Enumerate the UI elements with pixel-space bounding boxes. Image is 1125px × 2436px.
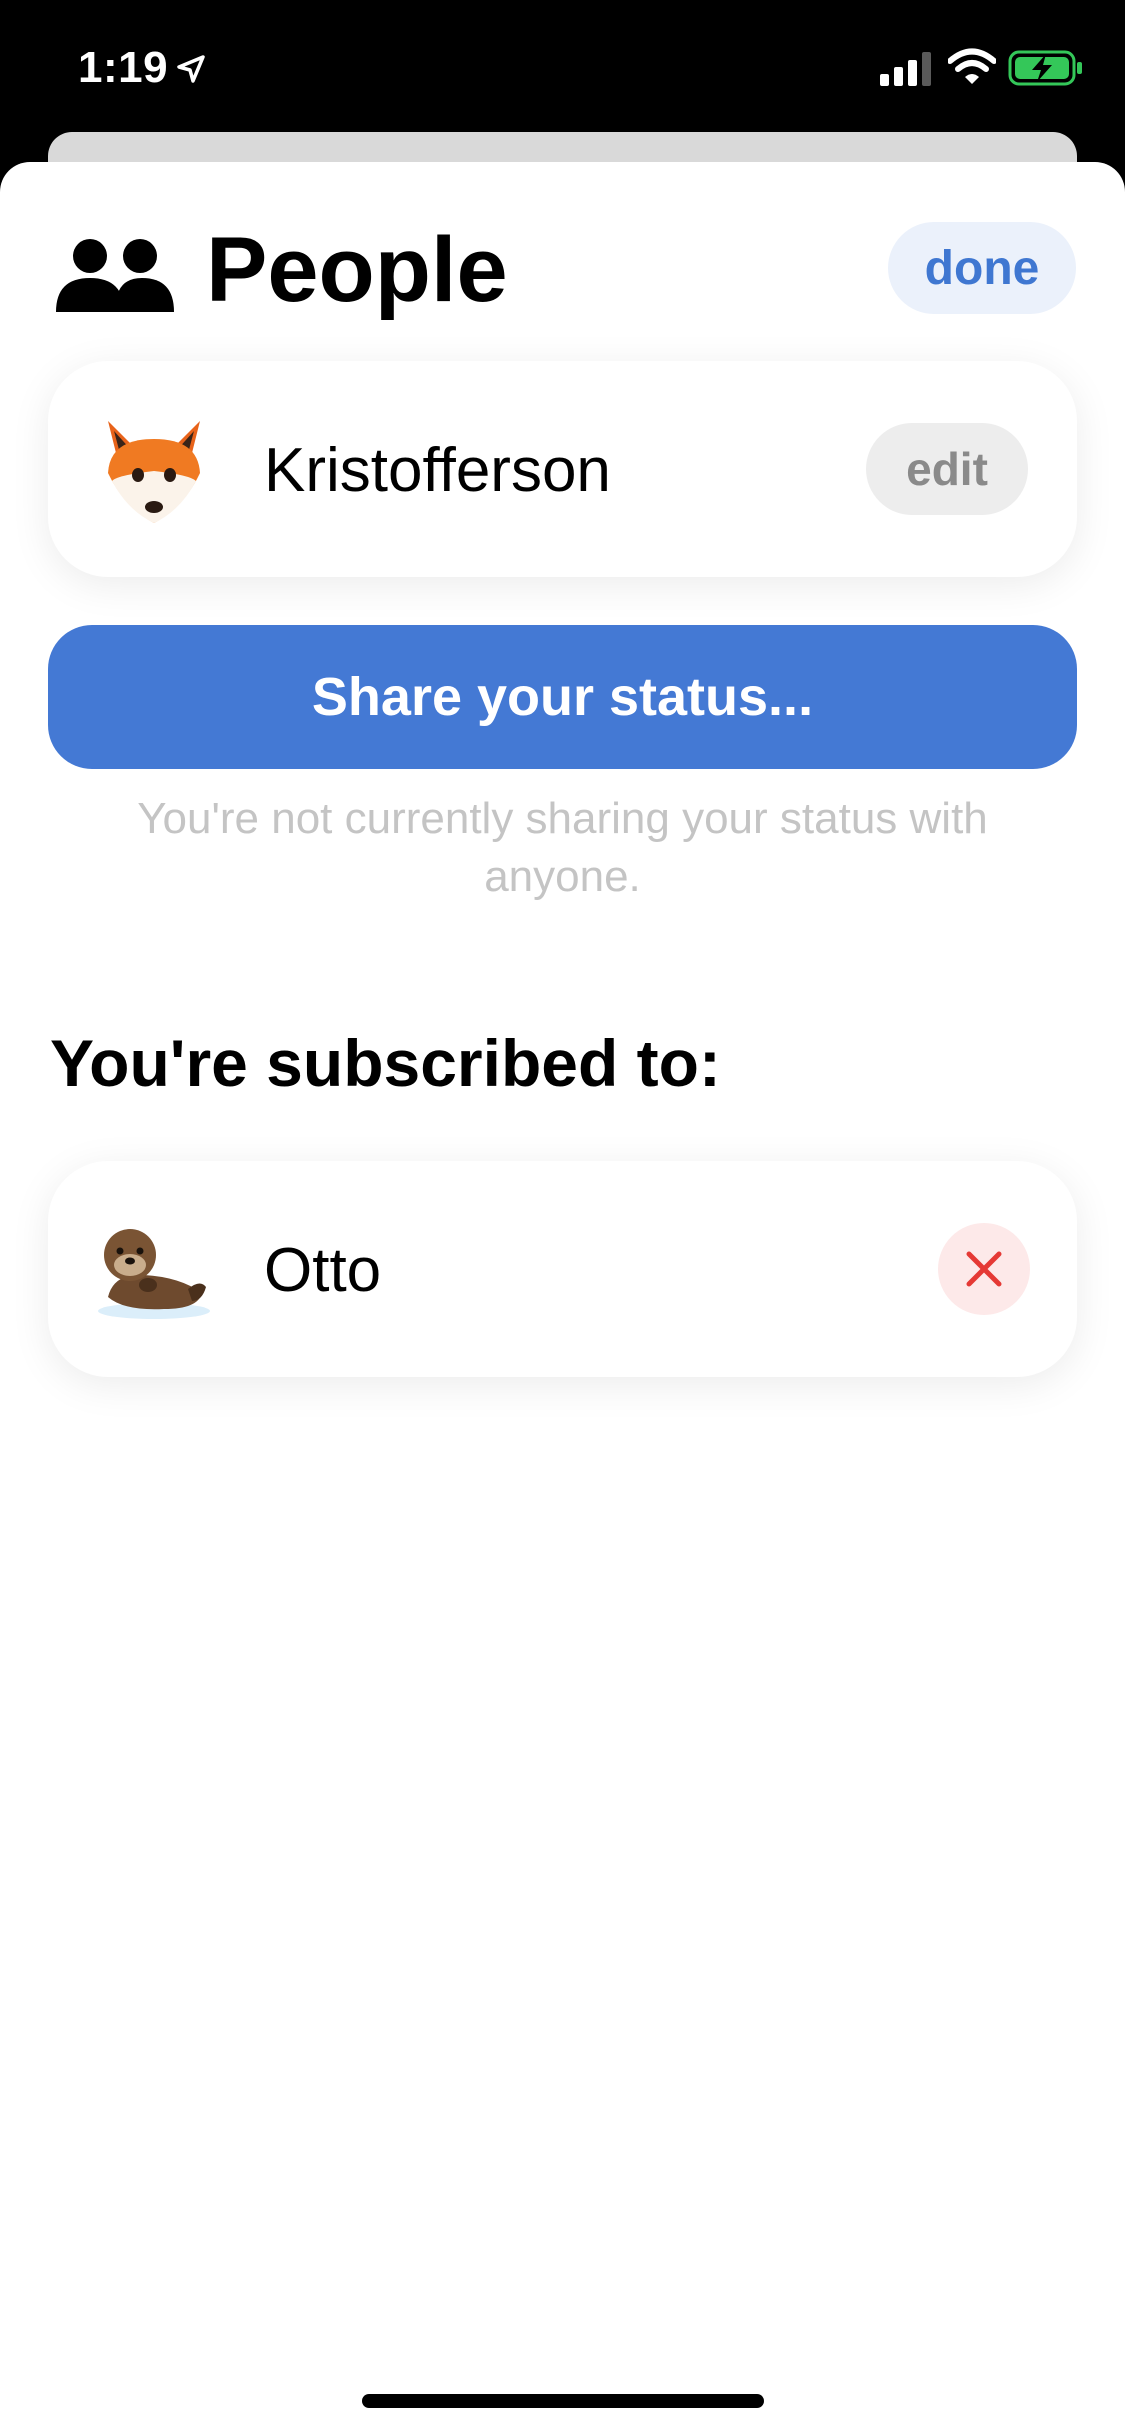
location-arrow-icon (177, 55, 205, 83)
battery-charging-icon (1008, 50, 1082, 86)
wifi-icon (948, 48, 996, 84)
subscription-name: Otto (264, 1236, 382, 1305)
status-bar: 1:19 (0, 0, 1125, 132)
fox-avatar (108, 421, 200, 523)
cellular-signal-icon (880, 52, 931, 86)
status-time: 1:19 (78, 43, 169, 92)
page-title: People (206, 219, 508, 321)
share-status-button[interactable]: Share your status... (48, 625, 1077, 769)
my-profile-card: Kristofferson edit (48, 361, 1077, 577)
close-icon (966, 1251, 1002, 1287)
people-icon (56, 239, 174, 312)
edit-button[interactable]: edit (866, 423, 1028, 515)
home-indicator[interactable] (362, 2394, 764, 2408)
people-sheet: People done Kristofferson edit Share you… (0, 162, 1125, 2436)
remove-subscription-button[interactable] (938, 1223, 1030, 1315)
subscriptions-heading: You're subscribed to: (50, 1026, 721, 1100)
share-note: You're not currently sharing your status… (137, 794, 988, 901)
subscription-card: Otto (48, 1161, 1077, 1377)
done-button[interactable]: done (888, 222, 1076, 314)
otter-avatar (98, 1229, 210, 1319)
profile-name: Kristofferson (264, 436, 611, 505)
